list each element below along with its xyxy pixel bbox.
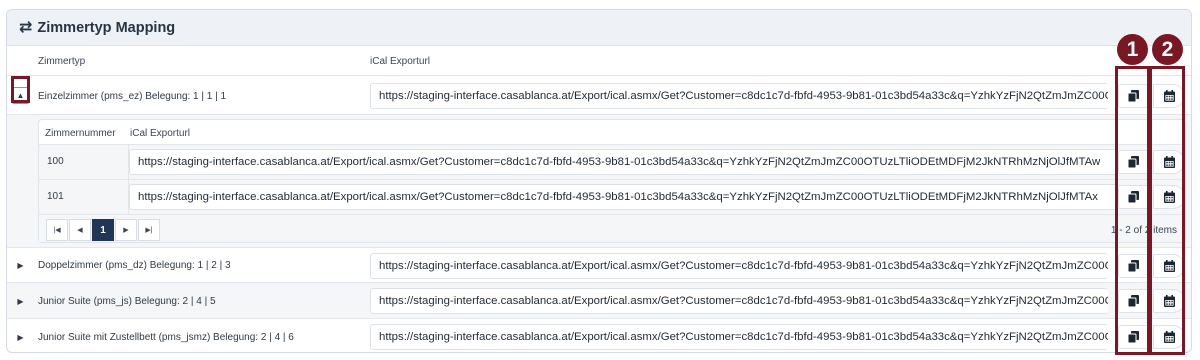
room-detail-area: Zimmernummer iCal Exporturl 100 https://…: [7, 114, 1191, 247]
zimmertyp-mapping-panel: ⇄ Zimmertyp Mapping Zimmertyp iCal Expor…: [6, 9, 1192, 353]
table-row: ▶ Junior Suite mit Zustellbett (pms_jsmz…: [7, 318, 1191, 352]
last-page-button[interactable]: ▶|: [138, 219, 160, 241]
callout-marker-1: 1: [1117, 34, 1148, 65]
room-number-grid: Zimmernummer iCal Exporturl 100 https://…: [38, 119, 1186, 243]
column-header-zimmertyp: Zimmertyp: [38, 56, 86, 67]
next-page-button[interactable]: ▶: [115, 219, 137, 241]
ical-url-field[interactable]: https://staging-interface.casablanca.at/…: [370, 253, 1108, 279]
ical-url-field[interactable]: https://staging-interface.casablanca.at/…: [370, 288, 1108, 314]
room-number: 101: [47, 191, 64, 202]
ical-url-field[interactable]: https://staging-interface.casablanca.at/…: [370, 83, 1108, 109]
panel-header: ⇄ Zimmertyp Mapping: [7, 10, 1191, 46]
column-header-ical-exporturl: iCal Exporturl: [130, 128, 191, 139]
copy-column-highlight: [1115, 66, 1150, 355]
ical-url-field[interactable]: https://staging-interface.casablanca.at/…: [129, 184, 1119, 210]
last-page-icon: ▶|: [145, 227, 153, 234]
room-type-label: Junior Suite mit Zustellbett (pms_jsmz) …: [38, 332, 294, 343]
pager: |◀ ◀ 1 ▶ ▶| 1 - 2 of 2 items: [39, 214, 1185, 242]
expander-highlight: [11, 76, 30, 103]
grid-header: Zimmertyp iCal Exporturl: [7, 47, 1191, 75]
ical-url-field[interactable]: https://staging-interface.casablanca.at/…: [370, 324, 1108, 350]
table-row: ▶ Doppelzimmer (pms_dz) Belegung: 1 | 2 …: [7, 247, 1191, 282]
prev-page-icon: ◀: [77, 227, 83, 234]
next-page-icon: ▶: [123, 227, 129, 234]
page-button[interactable]: 1: [92, 219, 114, 241]
room-type-label: Einzelzimmer (pms_ez) Belegung: 1 | 1 | …: [38, 91, 227, 102]
room-type-label: Junior Suite (pms_js) Belegung: 2 | 4 | …: [38, 296, 216, 307]
first-page-button[interactable]: |◀: [46, 219, 68, 241]
caret-right-icon[interactable]: ▶: [12, 329, 29, 346]
column-header-zimmernummer: Zimmernummer: [45, 128, 116, 139]
table-row: ▶ Junior Suite (pms_js) Belegung: 2 | 4 …: [7, 282, 1191, 318]
first-page-icon: |◀: [53, 227, 61, 234]
caret-right-icon[interactable]: ▶: [12, 293, 29, 310]
callout-marker-2: 2: [1152, 34, 1183, 65]
room-type-label: Doppelzimmer (pms_dz) Belegung: 1 | 2 | …: [38, 260, 231, 271]
ical-url-field[interactable]: https://staging-interface.casablanca.at/…: [129, 149, 1119, 175]
table-row: 100 https://staging-interface.casablanca…: [39, 144, 1185, 179]
column-header-ical-exporturl: iCal Exporturl: [370, 56, 431, 67]
caret-right-icon[interactable]: ▶: [12, 257, 29, 274]
swap-arrows-icon: ⇄: [19, 18, 33, 36]
room-number: 100: [47, 156, 64, 167]
calendar-column-highlight: [1149, 66, 1185, 355]
prev-page-button[interactable]: ◀: [69, 219, 91, 241]
panel-title: Zimmertyp Mapping: [37, 19, 176, 36]
table-row: ▲ Einzelzimmer (pms_ez) Belegung: 1 | 1 …: [7, 75, 1191, 114]
table-row: 101 https://staging-interface.casablanca…: [39, 179, 1185, 214]
